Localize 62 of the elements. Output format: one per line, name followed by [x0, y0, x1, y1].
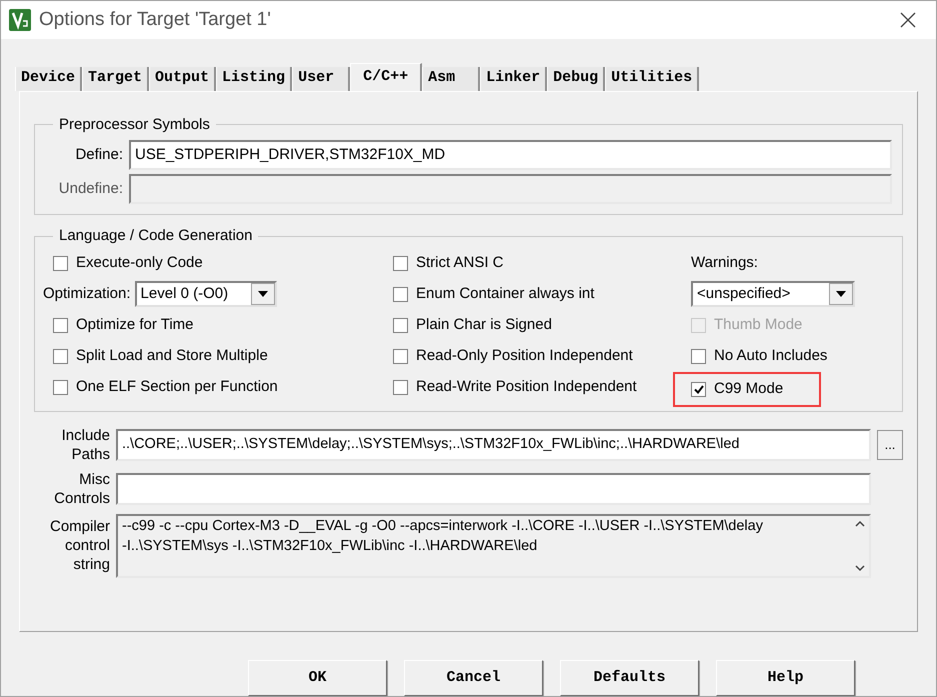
group-title: Preprocessor Symbols: [58, 114, 211, 135]
checkbox-label: Execute-only Code: [76, 252, 203, 273]
checkbox-label: Strict ANSI C: [416, 252, 504, 273]
optimization-label: Optimization:: [43, 284, 131, 304]
text-line: -I..\SYSTEM\sys -I..\STM32F10x_FWLib\inc -I..\HARDWARE\led: [122, 536, 538, 556]
browse-button[interactable]: ...: [877, 430, 903, 460]
checkbox-label: Enum Container always int: [416, 284, 594, 304]
scroll-up-icon[interactable]: [855, 520, 865, 527]
checkbox[interactable]: [393, 318, 408, 333]
checkbox[interactable]: [53, 348, 68, 364]
checkbox-label: One ELF Section per Function: [76, 376, 278, 397]
dropdown[interactable]: <unspecified>: [691, 281, 855, 308]
warnings-label: Warnings:: [691, 253, 758, 274]
checkbox-label: No Auto Includes: [714, 346, 828, 366]
checkbox[interactable]: [53, 318, 68, 333]
dialog-button[interactable]: Defaults: [560, 660, 699, 696]
tab[interactable]: Asm: [422, 66, 480, 91]
checkbox-label: Thumb Mode: [714, 314, 802, 335]
tab[interactable]: User: [292, 66, 350, 91]
tab[interactable]: Target: [82, 66, 150, 91]
checkbox[interactable]: [393, 256, 408, 271]
input-field[interactable]: USE_STDPERIPH_DRIVER,STM32F10X_MD: [129, 140, 892, 170]
checkbox[interactable]: [691, 348, 706, 364]
dropdown[interactable]: Level 0 (-O0): [134, 281, 277, 308]
scroll-down-icon[interactable]: [855, 564, 865, 572]
field-label: Include Paths: [60, 426, 110, 464]
caret-icon: [250, 283, 275, 306]
checkbox-label: C99 Mode: [714, 378, 784, 399]
checkbox-label: Plain Char is Signed: [416, 314, 552, 335]
checkbox[interactable]: [53, 380, 68, 395]
tab[interactable]: C/C++: [350, 62, 422, 91]
input-field[interactable]: ..\CORE;..\USER;..\SYSTEM\delay;..\SYSTEM\sys;..\STM32F10x_FWLib\inc;..\HARDWARE\led: [116, 428, 871, 461]
checkbox[interactable]: [393, 348, 408, 364]
checkbox[interactable]: [53, 256, 68, 271]
dialog-button[interactable]: Help: [716, 660, 855, 696]
app-logo-icon: [9, 8, 31, 31]
checkbox[interactable]: [393, 286, 408, 302]
checkbox-label: Read-Write Position Independent: [416, 376, 637, 397]
checkbox-label: Read-Only Position Independent: [416, 346, 633, 366]
input-field[interactable]: [116, 472, 871, 505]
close-icon[interactable]: [900, 12, 916, 28]
tab[interactable]: Device: [15, 66, 82, 91]
text-line: --c99 -c --cpu Cortex-M3 -D__EVAL -g -O0 --apcs=interwork -I..\CORE -I..\USER -I..\SYSTEM\delay: [122, 516, 764, 536]
check-icon: [694, 384, 704, 394]
dialog-button[interactable]: Cancel: [404, 660, 543, 696]
tab[interactable]: Utilities: [605, 66, 700, 91]
field-label: Misc Controls: [53, 470, 110, 508]
checkbox-label: Split Load and Store Multiple: [76, 346, 268, 366]
tab[interactable]: Output: [149, 66, 216, 91]
field-label: Define:: [74, 144, 123, 165]
caret-icon: [829, 283, 853, 306]
field-label: Compiler control string: [48, 517, 110, 574]
tab[interactable]: Debug: [547, 66, 606, 91]
tab[interactable]: Listing: [216, 66, 292, 91]
checkbox[interactable]: [691, 382, 706, 397]
checkbox-label: Optimize for Time: [76, 314, 194, 335]
window-title: Options for Target 'Target 1': [39, 8, 272, 32]
checkbox[interactable]: [393, 380, 408, 395]
dialog-button[interactable]: OK: [248, 660, 387, 696]
tab[interactable]: Linker: [480, 66, 548, 91]
field-label: Undefine:: [58, 178, 123, 199]
group-title: Language / Code Generation: [58, 226, 254, 246]
